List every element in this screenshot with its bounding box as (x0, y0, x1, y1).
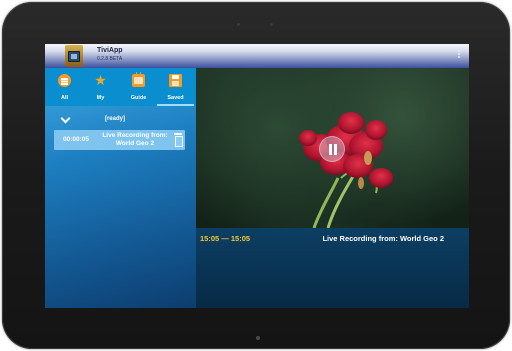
sidebar: All ★ My Guide Saved [ready] 00:00:05 Li… (45, 68, 196, 308)
tab-my[interactable]: ★ My (82, 68, 119, 106)
tab-label: All (60, 95, 69, 101)
now-playing-title: Live Recording from: World Geo 2 (322, 234, 444, 243)
now-playing-panel: 15:05 — 15:05 Live Recording from: World… (196, 228, 469, 308)
recording-item[interactable]: 00:00:05 Live Recording from: World Geo … (54, 130, 185, 150)
sensor-icon (270, 23, 273, 26)
video-player[interactable]: 15:05 — 15:05 Live Recording from: World… (196, 68, 469, 308)
recording-title: Live Recording from: World Geo 2 (102, 132, 168, 147)
status-text: [ready] (105, 116, 126, 122)
tab-label: My (96, 95, 105, 101)
tab-label: Saved (167, 95, 184, 101)
tab-guide[interactable]: Guide (120, 68, 157, 106)
save-icon (169, 74, 182, 87)
tab-label: Guide (130, 95, 147, 101)
recording-duration: 00:00:05 (63, 136, 90, 143)
time-range: 15:05 — 15:05 (200, 234, 251, 243)
camera-icon (237, 23, 240, 26)
app-screen: TiviApp 0.2.8 BETA All ★ My Guide Saved (45, 44, 469, 308)
list-icon (58, 74, 71, 87)
pause-button[interactable] (319, 136, 345, 162)
trash-icon[interactable] (174, 133, 183, 147)
overflow-menu-button[interactable] (456, 49, 462, 61)
tv-guide-icon (132, 72, 145, 87)
app-logo-icon (65, 45, 83, 67)
home-indicator-icon (256, 336, 260, 340)
tab-all[interactable]: All (46, 68, 83, 106)
app-title: TiviApp (97, 47, 123, 54)
saved-status-row: [ready] (45, 114, 196, 128)
chevron-down-icon[interactable] (61, 115, 70, 124)
tab-bar: All ★ My Guide Saved (45, 68, 196, 106)
star-icon: ★ (94, 72, 107, 88)
tab-saved[interactable]: Saved (157, 68, 194, 106)
action-bar: TiviApp 0.2.8 BETA (45, 44, 469, 68)
app-version: 0.2.8 BETA (97, 56, 123, 62)
